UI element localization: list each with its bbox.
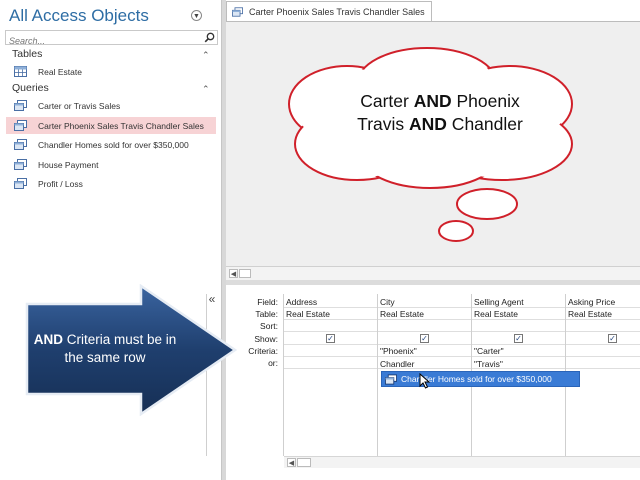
cloud-text: Carter AND Phoenix Travis AND Chandler — [301, 90, 579, 136]
query-icon — [385, 373, 397, 385]
search-box — [5, 30, 218, 48]
show-checkbox[interactable]: ✓ — [514, 334, 523, 343]
table-icon — [14, 66, 27, 77]
group-header-tables[interactable]: Tables — [12, 48, 42, 60]
grid-line — [284, 344, 640, 345]
access-window: All Access Objects ▼ « Tables ⌃ Real Est… — [0, 0, 640, 480]
field-cell[interactable]: City — [380, 297, 395, 307]
query-icon — [14, 120, 27, 131]
field-cell[interactable]: Asking Price — [568, 297, 615, 307]
or-cell[interactable]: Chandler — [380, 359, 415, 369]
query-icon — [14, 159, 27, 170]
criteria-cell[interactable]: "Phoenix" — [380, 346, 417, 356]
cloud-line-2: Travis AND Chandler — [357, 114, 523, 134]
nav-item-label: Chandler Homes sold for over $350,000 — [38, 139, 189, 150]
table-cell[interactable]: Real Estate — [286, 309, 330, 319]
cloud-line-1: Carter AND Phoenix — [360, 91, 520, 111]
search-icon[interactable] — [204, 32, 215, 43]
scroll-thumb[interactable] — [297, 458, 311, 467]
grid-line — [284, 356, 640, 357]
chevron-down-icon[interactable]: ▼ — [191, 10, 202, 21]
group-header-queries[interactable]: Queries — [12, 82, 49, 94]
grid-line — [284, 331, 640, 332]
nav-item-label: Real Estate — [38, 66, 82, 77]
or-cell[interactable]: "Travis" — [474, 359, 503, 369]
grid-column-address — [283, 294, 284, 456]
collapse-group-icon[interactable]: ⌃ — [202, 84, 210, 95]
nav-item-real-estate-table[interactable]: Real Estate — [6, 63, 216, 80]
show-checkbox[interactable]: ✓ — [608, 334, 617, 343]
collapse-group-icon[interactable]: ⌃ — [202, 50, 210, 61]
table-cell[interactable]: Real Estate — [568, 309, 612, 319]
show-checkbox[interactable]: ✓ — [326, 334, 335, 343]
grid-line — [284, 319, 640, 320]
drag-tooltip: Chandler Homes sold for over $350,000 — [381, 371, 580, 387]
nav-item-label: House Payment — [38, 159, 99, 170]
criteria-cell[interactable]: "Carter" — [474, 346, 504, 356]
query-icon — [14, 100, 27, 111]
search-input[interactable] — [6, 34, 196, 48]
scroll-thumb[interactable] — [239, 269, 251, 278]
nav-item-query-carter-or-travis[interactable]: Carter or Travis Sales — [6, 97, 216, 114]
grid-line — [284, 368, 640, 369]
tab-query-design[interactable]: Carter Phoenix Sales Travis Chandler Sal… — [226, 1, 432, 21]
table-cell[interactable]: Real Estate — [380, 309, 424, 319]
thought-cloud — [288, 47, 573, 242]
field-cell[interactable]: Selling Agent — [474, 297, 524, 307]
nav-item-label: Profit / Loss — [38, 178, 83, 189]
scroll-left-icon[interactable]: ◀ — [229, 269, 238, 278]
nav-item-query-carter-phoenix[interactable]: Carter Phoenix Sales Travis Chandler Sal… — [6, 117, 216, 134]
grid-horizontal-scrollbar[interactable]: ◀ — [284, 456, 640, 468]
nav-item-query-chandler-homes[interactable]: Chandler Homes sold for over $350,000 — [6, 136, 216, 153]
nav-item-query-house-payment[interactable]: House Payment — [6, 156, 216, 173]
query-icon — [14, 178, 27, 189]
nav-pane-title[interactable]: All Access Objects — [9, 6, 149, 26]
nav-item-query-profit-loss[interactable]: Profit / Loss — [6, 175, 216, 192]
query-icon — [14, 139, 27, 150]
scroll-left-icon[interactable]: ◀ — [287, 458, 296, 467]
mouse-cursor-icon — [419, 373, 431, 389]
nav-item-label: Carter Phoenix Sales Travis Chandler Sal… — [38, 120, 204, 131]
query-icon — [232, 6, 243, 17]
tab-label: Carter Phoenix Sales Travis Chandler Sal… — [249, 6, 425, 17]
table-cell[interactable]: Real Estate — [474, 309, 518, 319]
grid-line — [284, 307, 640, 308]
nav-item-label: Carter or Travis Sales — [38, 100, 121, 111]
grid-column-city — [377, 294, 378, 456]
callout-text: AND Criteria must be in the same row — [33, 332, 177, 365]
show-checkbox[interactable]: ✓ — [420, 334, 429, 343]
field-cell[interactable]: Address — [286, 297, 317, 307]
horizontal-scrollbar[interactable]: ◀ — [226, 266, 640, 280]
